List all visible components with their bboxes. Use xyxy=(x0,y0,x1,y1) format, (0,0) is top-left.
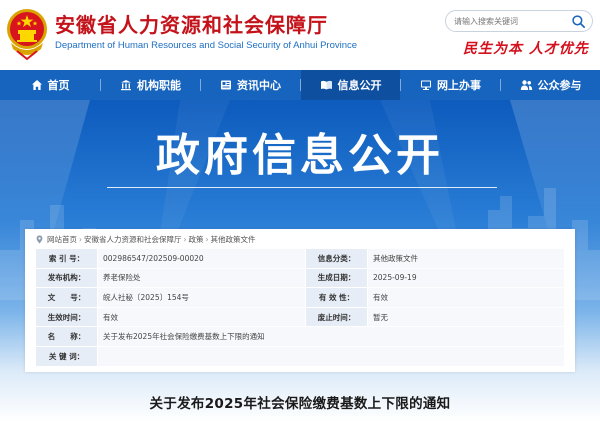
article-title: 关于发布2025年社会保险缴费基数上下限的通知 xyxy=(149,396,451,412)
expiry-date-label: 废止时间： xyxy=(305,306,368,328)
validity-value: 有效 xyxy=(367,287,565,308)
effective-date-value: 有效 xyxy=(97,306,306,328)
nav-item-online-service[interactable]: 网上办事 xyxy=(401,70,500,100)
nav-item-label: 机构职能 xyxy=(137,79,181,92)
keywords-label: 关 键 词： xyxy=(35,345,98,367)
breadcrumb-link-policy[interactable]: 政策 xyxy=(189,234,204,245)
search-box xyxy=(445,10,593,32)
main-nav: 首页 机构职能 资讯中心 信息公开 网上办事 公众参与 xyxy=(0,70,600,100)
search-icon[interactable] xyxy=(571,14,586,29)
table-row: 文 号： 皖人社秘〔2025〕154号 有 效 性： 有效 xyxy=(35,287,565,308)
index-number-label: 索 引 号： xyxy=(35,248,98,269)
nav-item-info-disclosure[interactable]: 信息公开 xyxy=(301,70,400,100)
banner-underline xyxy=(107,187,497,188)
name-value: 关于发布2025年社会保险缴费基数上下限的通知 xyxy=(97,326,565,347)
nav-item-organization[interactable]: 机构职能 xyxy=(101,70,200,100)
building-icon xyxy=(121,80,131,91)
breadcrumb-separator: › xyxy=(79,234,82,244)
effective-date-label: 生效时间： xyxy=(35,306,98,328)
document-info-card: 网站首页 › 安徽省人力资源和社会保障厅 › 政策 › 其他政策文件 索 引 号… xyxy=(25,229,575,372)
national-emblem-icon xyxy=(7,9,47,61)
table-row: 关 键 词： xyxy=(35,345,565,367)
document-number-label: 文 号： xyxy=(35,287,98,308)
banner-title: 政府信息公开 xyxy=(156,130,444,181)
breadcrumb-separator: › xyxy=(205,234,209,244)
publisher-value: 养老保险处 xyxy=(97,267,306,289)
breadcrumb-link-other-policy[interactable]: 其他政策文件 xyxy=(211,234,256,245)
table-row: 名 称： 关于发布2025年社会保险缴费基数上下限的通知 xyxy=(35,326,565,347)
nav-item-label: 资讯中心 xyxy=(237,79,281,92)
site-header: 安徽省人力资源和社会保障厅 Department of Human Resour… xyxy=(0,0,600,70)
keywords-value xyxy=(97,345,565,367)
breadcrumb: 网站首页 › 安徽省人力资源和社会保障厅 › 政策 › 其他政策文件 xyxy=(35,233,256,245)
generated-date-value: 2025-09-19 xyxy=(367,267,565,289)
nav-item-home[interactable]: 首页 xyxy=(0,70,100,100)
publisher-label: 发布机构： xyxy=(35,267,98,289)
table-row: 生效时间： 有效 废止时间： 暂无 xyxy=(35,306,565,328)
table-row: 发布机构： 养老保险处 生成日期： 2025-09-19 xyxy=(35,267,565,289)
news-icon xyxy=(221,80,231,90)
expiry-date-value: 暂无 xyxy=(367,306,565,328)
nav-item-label: 首页 xyxy=(47,79,70,92)
table-row: 索 引 号： 002986547/202509-00020 信息分类： 其他政策… xyxy=(35,248,565,269)
breadcrumb-link-home[interactable]: 网站首页 xyxy=(47,234,77,245)
home-icon xyxy=(31,80,42,90)
index-number-value: 002986547/202509-00020 xyxy=(97,248,306,269)
open-book-icon xyxy=(320,80,332,90)
site-title[interactable]: 安徽省人力资源和社会保障厅 xyxy=(55,13,328,37)
slogan: 民生为本 人才优先 xyxy=(463,41,589,57)
nav-item-public-participation[interactable]: 公众参与 xyxy=(501,70,600,100)
location-pin-icon xyxy=(36,234,43,244)
document-number-value: 皖人社秘〔2025〕154号 xyxy=(97,287,306,308)
search-input[interactable] xyxy=(454,14,572,29)
nav-item-label: 网上办事 xyxy=(437,79,481,92)
site-subtitle: Department of Human Resources and Social… xyxy=(55,40,358,51)
generated-date-label: 生成日期： xyxy=(305,267,368,289)
validity-label: 有 效 性： xyxy=(305,287,368,308)
monitor-icon xyxy=(421,80,431,90)
nav-item-label: 信息公开 xyxy=(337,79,382,92)
nav-item-label: 公众参与 xyxy=(537,79,582,92)
info-category-value: 其他政策文件 xyxy=(367,248,565,269)
nav-item-news[interactable]: 资讯中心 xyxy=(201,70,300,100)
document-info-table: 索 引 号： 002986547/202509-00020 信息分类： 其他政策… xyxy=(35,248,565,367)
breadcrumb-separator: › xyxy=(183,234,187,244)
name-label: 名 称： xyxy=(35,326,98,347)
info-category-label: 信息分类： xyxy=(305,248,368,269)
people-icon xyxy=(520,80,532,90)
breadcrumb-link-department[interactable]: 安徽省人力资源和社会保障厅 xyxy=(84,234,182,245)
